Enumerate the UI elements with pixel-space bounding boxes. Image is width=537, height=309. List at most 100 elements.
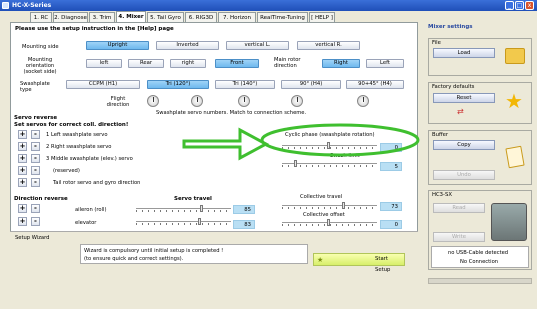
orientation-front-button[interactable]: Front [215,59,259,68]
servo2-label: 2 Right swashplate servo [46,144,112,150]
wizard-message-box: Wizard is compulsory until initial setup… [80,244,308,264]
swash-90-45-h4-button[interactable]: 90+45° (H4) [346,80,404,89]
aileron-label: aileron (roll) [75,207,107,213]
servo-reverse-title: Servo reverse [14,115,58,121]
clipboard-icon [505,145,525,169]
progress-bar [428,278,532,284]
servo-reverse-subtitle: Set servos for correct coll. direction! [14,122,129,128]
star-icon: ★ [505,89,523,113]
swash-90-h4-button[interactable]: 90° (H4) [281,80,341,89]
aileron-minus-button[interactable]: - [31,204,40,213]
factory-defaults-label: Factory defaults [432,84,475,90]
servo2-minus-button[interactable]: - [31,142,40,151]
elevator-travel-slider[interactable] [136,217,231,226]
aileron-travel-slider[interactable] [136,204,231,213]
elevator-plus-button[interactable]: + [18,217,27,226]
flight-direction-label: Flight direction [106,96,130,108]
title-bar: HC-X-Series _ □ x [0,0,537,11]
setup-wizard-panel [10,231,418,308]
start-setup-label: Start Setup [375,256,391,273]
copy-button[interactable]: Copy [433,140,495,150]
window-title: HC-X-Series [12,2,52,9]
swash-ccpm-h1-button[interactable]: CCPM (H1) [66,80,140,89]
swashplate-type-label: Swashplate type [20,81,50,93]
tail-minus-button[interactable]: - [31,178,40,187]
star-icon: ★ [317,256,324,264]
tail-plus-button[interactable]: + [18,178,27,187]
swash-diagram-icon [191,95,203,107]
swash-tri-120-button[interactable]: Tri (120°) [147,80,209,89]
rotor-right-button[interactable]: Right [322,59,360,68]
mounting-inverted-button[interactable]: Inverted [156,41,219,50]
collective-travel-label: Collective travel [300,194,343,200]
connection-status: No Connection [460,259,499,265]
app-icon [2,2,9,9]
servo3-plus-button[interactable]: + [18,154,27,163]
aileron-travel-value: 85 [233,205,255,214]
wizard-line1: Wizard is compulsory until initial setup… [84,248,224,254]
buffer-group-label: Buffer [432,132,449,138]
collective-offset-slider[interactable] [282,218,377,227]
servo-numbers-hint: Swashplate servo numbers. Match to conne… [156,110,307,116]
collective-travel-slider[interactable] [282,201,377,210]
orientation-rear-button[interactable]: Rear [128,59,164,68]
mixer-settings-title: Mixer settings [428,24,473,30]
swash-diagram-icon [357,95,369,107]
collective-travel-value: 73 [380,202,402,211]
start-setup-button[interactable]: ★ Start Setup [313,253,405,273]
factory-defaults-group: Factory defaults Reset ⇄ ★ [428,82,532,124]
mounting-side-label: Mounting side [22,44,59,50]
servo-travel-title: Servo travel [174,196,212,202]
reset-button[interactable]: Reset [433,93,495,103]
rotor-direction-label: Main rotor direction [274,57,301,69]
buffer-group: Buffer Copy Undo [428,130,532,185]
direction-reverse-title: Direction reverse [14,196,68,202]
mounting-upright-button[interactable]: Upright [86,41,149,50]
read-button[interactable]: Read [433,203,485,213]
minimize-button[interactable]: _ [505,1,514,10]
aileron-plus-button[interactable]: + [18,204,27,213]
servo3-minus-button[interactable]: - [31,154,40,163]
servo4-plus-button[interactable]: + [18,166,27,175]
orientation-left-button[interactable]: left [86,59,122,68]
orientation-right-button[interactable]: right [170,59,206,68]
setup-wizard-title: Setup Wizard [15,235,50,241]
device-group: HC3-SX Read Write no USB-Cable detected … [428,190,532,270]
rotor-left-button[interactable]: Left [366,59,404,68]
file-group-label: File [432,40,441,46]
collective-offset-value: 0 [380,220,402,229]
write-button[interactable]: Write [433,232,485,242]
servo2-plus-button[interactable]: + [18,142,27,151]
swash-limit-value: 5 [380,162,402,171]
swash-diagram-icon [147,95,159,107]
tail-label: Tail rotor servo and gyro direction [53,180,141,186]
swash-diagram-icon [238,95,250,107]
usb-status: no USB-Cable detected [448,250,509,256]
maximize-button[interactable]: □ [515,1,524,10]
swap-arrows-icon: ⇄ [457,107,464,116]
orientation-label: Mounting orientation (socket side) [23,57,57,75]
file-group: File Load [428,38,532,76]
servo1-label: 1 Left swashplate servo [46,132,108,138]
servo1-minus-button[interactable]: - [31,130,40,139]
elevator-minus-button[interactable]: - [31,217,40,226]
servo4-label: (reserved) [53,168,80,174]
swash-tri-140-button[interactable]: Tri (140°) [215,80,275,89]
servo1-plus-button[interactable]: + [18,130,27,139]
device-group-label: HC3-SX [432,192,452,198]
undo-button[interactable]: Undo [433,170,495,180]
elevator-label: elevator [75,220,97,226]
mounting-vertical-l-button[interactable]: vertical L. [226,41,289,50]
wizard-line2: (to ensure quick and correct settings). [84,256,184,262]
setup-hint: Please use the setup instruction in the … [15,26,174,32]
load-button[interactable]: Load [433,48,495,58]
elevator-travel-value: 83 [233,220,255,229]
folder-icon [505,48,525,64]
swash-diagram-icon [291,95,303,107]
connection-status-box: no USB-Cable detected No Connection [431,246,529,268]
device-icon [491,203,527,241]
annotation-arrow-icon [182,123,420,161]
close-button[interactable]: x [525,1,534,10]
mounting-vertical-r-button[interactable]: vertical R. [297,41,360,50]
servo4-minus-button[interactable]: - [31,166,40,175]
